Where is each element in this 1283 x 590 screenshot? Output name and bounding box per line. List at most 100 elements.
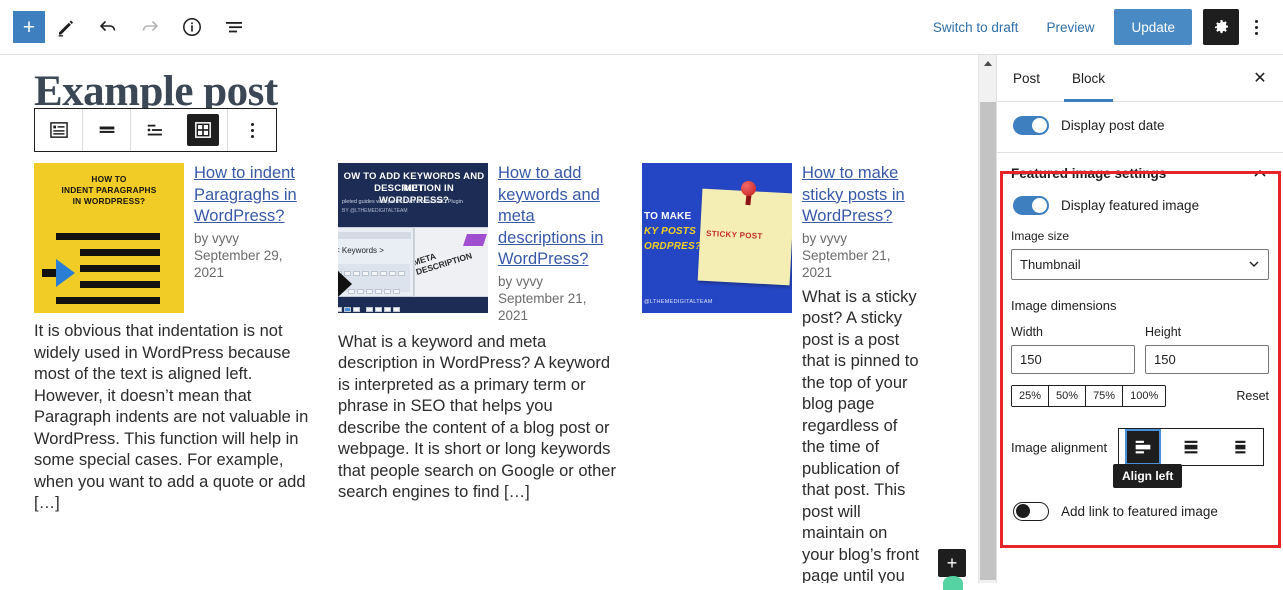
undo-icon[interactable] [87,9,129,45]
post-header: TO MAKE KY POSTS ORDPRES? STICKY POST @L… [642,163,920,583]
image-dimensions-label: Image dimensions [1011,298,1117,313]
post-meta: How to indent Paragraghs in WordPress? b… [194,163,312,313]
block-more-options-icon[interactable] [228,109,276,151]
thumbnail-headline-line2: KY POSTS [644,226,696,237]
preview-button[interactable]: Preview [1032,20,1108,35]
three-dots-vertical-icon[interactable] [1239,9,1273,45]
post-title-link[interactable]: How to indent Paragraghs in WordPress? [194,163,312,228]
post-excerpt: What is a keyword and meta description i… [338,332,616,502]
image-size-select[interactable]: Thumbnail [1011,249,1269,280]
thumbnail-subline: pleted guides with perfect WordPress SEO… [342,199,463,205]
featured-image-settings-title: Featured image settings [1011,166,1167,181]
update-button[interactable]: Update [1114,9,1192,45]
add-link-to-featured-image-label: Add link to featured image [1061,504,1218,519]
align-left-button[interactable] [1119,429,1167,465]
align-left-tooltip: Align left [1113,464,1183,488]
display-post-date-toggle[interactable] [1013,116,1049,135]
add-link-to-featured-image-toggle[interactable] [1013,502,1049,521]
gear-icon[interactable] [1203,9,1239,45]
image-scale-button-group: 25% 50% 75% 100% [1011,385,1167,407]
post-date: September 21, 2021 [498,290,587,323]
post-author: by vyvy [802,230,848,246]
post-title-link[interactable]: How to make sticky posts in WordPress? [802,163,920,228]
thumbnail-headline: TO MAKE KY POSTS ORDPRES? [644,209,701,254]
align-center-button[interactable] [1167,429,1215,465]
width-field-group: Width 150 [1011,325,1135,374]
tab-block[interactable]: Block [1056,55,1121,102]
post-header: HOW TO INDENT PARAGRAPHS IN WORDPRESS? How… [34,163,312,313]
list-view-icon[interactable] [131,109,179,151]
grid-view-icon[interactable] [179,109,227,151]
display-featured-image-label: Display featured image [1061,198,1200,213]
add-block-icon[interactable]: + [13,11,45,43]
post-title-link[interactable]: How to add keywords and meta description… [498,163,616,271]
layout-toggle-group [131,109,228,151]
display-post-date-label: Display post date [1061,118,1165,133]
redo-icon [129,9,171,45]
top-bar-left-tools: + [0,9,255,45]
editor-canvas: Example post HOW TO INDENT PARAGRAPHS IN… [0,55,978,583]
image-alignment-button-group [1118,428,1265,466]
image-scale-row: 25% 50% 75% 100% Reset [997,385,1283,407]
post-date: September 21, 2021 [802,247,891,280]
post-featured-image[interactable]: OW TO ADD KEYWORDS AND MET DESCRIPTION I… [338,163,488,313]
featured-image-settings-panel-header[interactable]: Featured image settings [997,153,1283,192]
latest-posts-grid: HOW TO INDENT PARAGRAPHS IN WORDPRESS? How… [34,163,922,583]
scale-75-button[interactable]: 75% [1086,386,1124,406]
image-size-label: Image size [1011,229,1070,243]
scale-100-button[interactable]: 100% [1123,386,1166,406]
latest-posts-block-icon[interactable] [35,109,83,151]
settings-sidebar: Post Block ✕ Display post date Featured … [996,55,1283,583]
edit-pencil-icon[interactable] [45,9,87,45]
list-view-icon[interactable] [213,9,255,45]
meta-description-text: META DESCRIPTION [414,250,474,277]
post-header: OW TO ADD KEYWORDS AND MET DESCRIPTION I… [338,163,616,324]
align-right-button[interactable] [1215,429,1263,465]
image-dimension-fields: Width 150 Height 150 [997,325,1283,374]
post-meta: How to add keywords and meta description… [498,163,616,324]
decorative-green-shape [943,576,963,590]
info-icon[interactable] [171,9,213,45]
sticky-note-label: STICKY POST [705,228,763,241]
chevron-down-icon [1248,257,1260,272]
tab-post[interactable]: Post [997,55,1056,101]
scrollbar-thumb[interactable] [980,102,996,580]
arrow-head-graphic [56,259,75,287]
display-featured-image-row: Display featured image [997,192,1283,229]
block-inserter-button[interactable]: + [938,549,966,577]
pushpin-head-graphic [741,181,756,196]
keywords-text: < Keywords > [338,246,384,255]
post-author: by vyvy [194,230,240,246]
chevron-up-icon[interactable] [1253,167,1267,181]
height-field-group: Height 150 [1145,325,1269,374]
scale-50-button[interactable]: 50% [1049,386,1087,406]
post-card: OW TO ADD KEYWORDS AND MET DESCRIPTION I… [338,163,616,583]
width-input[interactable]: 150 [1011,345,1135,374]
thumbnail-headline-line3: ORDPRES? [644,241,702,252]
height-label: Height [1145,325,1182,339]
editor-top-bar: + Switch to draft Preview Update [0,0,1283,55]
post-author: by vyvy [498,273,544,289]
image-size-value: Thumbnail [1020,257,1081,272]
display-featured-image-toggle[interactable] [1013,196,1049,215]
close-icon[interactable]: ✕ [1237,55,1283,101]
height-input[interactable]: 150 [1145,345,1269,374]
post-excerpt: It is obvious that indentation is not wi… [34,322,309,512]
post-featured-image[interactable]: HOW TO INDENT PARAGRAPHS IN WORDPRESS? [34,163,184,313]
arrow-graphic [338,271,352,297]
scale-25-button[interactable]: 25% [1012,386,1050,406]
scroll-up-arrow-icon[interactable] [979,55,997,72]
image-alignment-label: Image alignment [1011,439,1108,455]
thumbnail-caption: HOW TO INDENT PARAGRAPHS IN WORDPRESS? [61,174,157,206]
switch-to-draft-button[interactable]: Switch to draft [919,20,1033,35]
post-meta: How to make sticky posts in WordPress? b… [802,163,920,583]
image-alignment-row: Image alignment Align left [997,428,1283,488]
sidebar-tabs: Post Block ✕ [997,55,1283,102]
width-label: Width [1011,325,1043,339]
thumbnail-credit: @LTHEMEDIGITALTEAM [644,299,713,305]
align-icon[interactable] [83,109,131,151]
post-featured-image[interactable]: TO MAKE KY POSTS ORDPRES? STICKY POST @L… [642,163,792,313]
reset-button[interactable]: Reset [1236,389,1269,403]
canvas-scrollbar[interactable] [978,55,996,583]
meta-description-screenshot-graphic: META DESCRIPTION [414,227,488,297]
